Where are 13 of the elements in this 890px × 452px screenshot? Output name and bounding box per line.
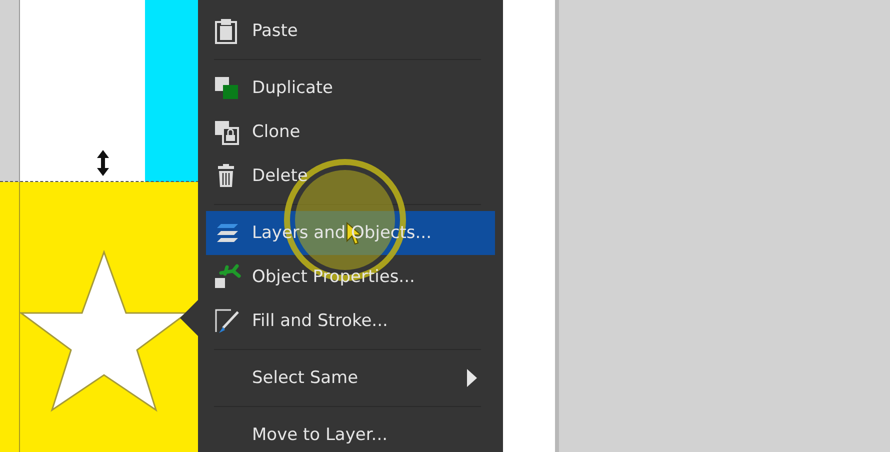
padlock-icon (213, 118, 241, 146)
menu-item[interactable]: Object Properties... (206, 255, 495, 299)
submenu-arrow-icon (467, 369, 477, 387)
menu-item[interactable]: Select Same (206, 356, 495, 400)
menu-item[interactable]: Clone (206, 110, 495, 154)
menu-item[interactable]: Move to Layer... (206, 413, 495, 452)
menu-item[interactable]: Duplicate (206, 66, 495, 110)
paintbrush-icon (213, 307, 241, 335)
menu-item[interactable]: Paste (206, 9, 495, 53)
resize-handle-icon[interactable] (96, 150, 110, 176)
duplicate-icon (213, 74, 241, 102)
wrench-icon (213, 263, 241, 291)
menu-item[interactable]: Fill and Stroke... (206, 299, 495, 343)
